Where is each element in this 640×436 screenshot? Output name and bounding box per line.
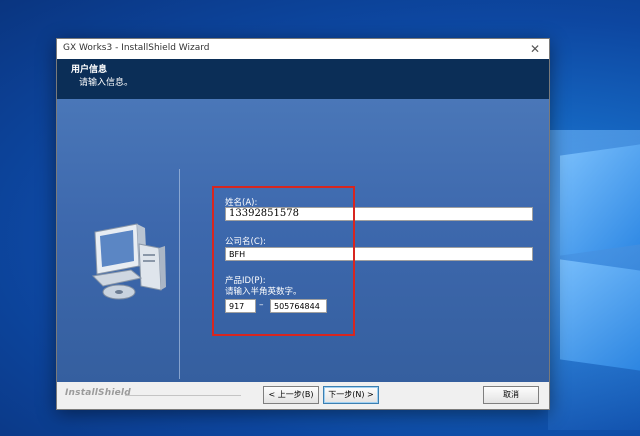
title-bar: GX Works3 - InstallShield Wizard ✕	[57, 39, 549, 59]
divider-line	[179, 169, 180, 379]
windows-logo-pane	[560, 144, 640, 256]
footer-divider	[125, 395, 241, 396]
product-id-part1[interactable]: 917	[225, 299, 256, 313]
next-button[interactable]: 下一步(N) >	[323, 386, 379, 404]
company-label: 公司名(C):	[225, 237, 266, 247]
wizard-footer: InstallShield < 上一步(B) 下一步(N) > 取消	[57, 382, 549, 409]
installshield-dialog: GX Works3 - InstallShield Wizard ✕ 用户信息 …	[56, 38, 550, 410]
wizard-header: 用户信息 请输入信息。	[57, 59, 549, 99]
windows-logo-pane	[560, 259, 640, 371]
back-button[interactable]: < 上一步(B)	[263, 386, 319, 404]
product-id-hint: 请输入半角英数字。	[225, 287, 302, 297]
close-icon[interactable]: ✕	[527, 41, 543, 57]
wizard-content: 姓名(A): 13392851578 公司名(C): BFH 产品ID(P): …	[57, 99, 549, 382]
name-field[interactable]: 13392851578	[225, 207, 533, 221]
installshield-brand: InstallShield	[65, 388, 131, 398]
cancel-button[interactable]: 取消	[483, 386, 539, 404]
computer-cd-icon	[91, 223, 166, 300]
product-id-part2[interactable]: 505764844	[270, 299, 327, 313]
header-title: 用户信息	[71, 65, 108, 75]
product-id-separator: –	[259, 300, 264, 310]
company-field[interactable]: BFH	[225, 247, 533, 261]
header-subtitle: 请输入信息。	[79, 78, 134, 88]
window-title: GX Works3 - InstallShield Wizard	[63, 43, 210, 53]
